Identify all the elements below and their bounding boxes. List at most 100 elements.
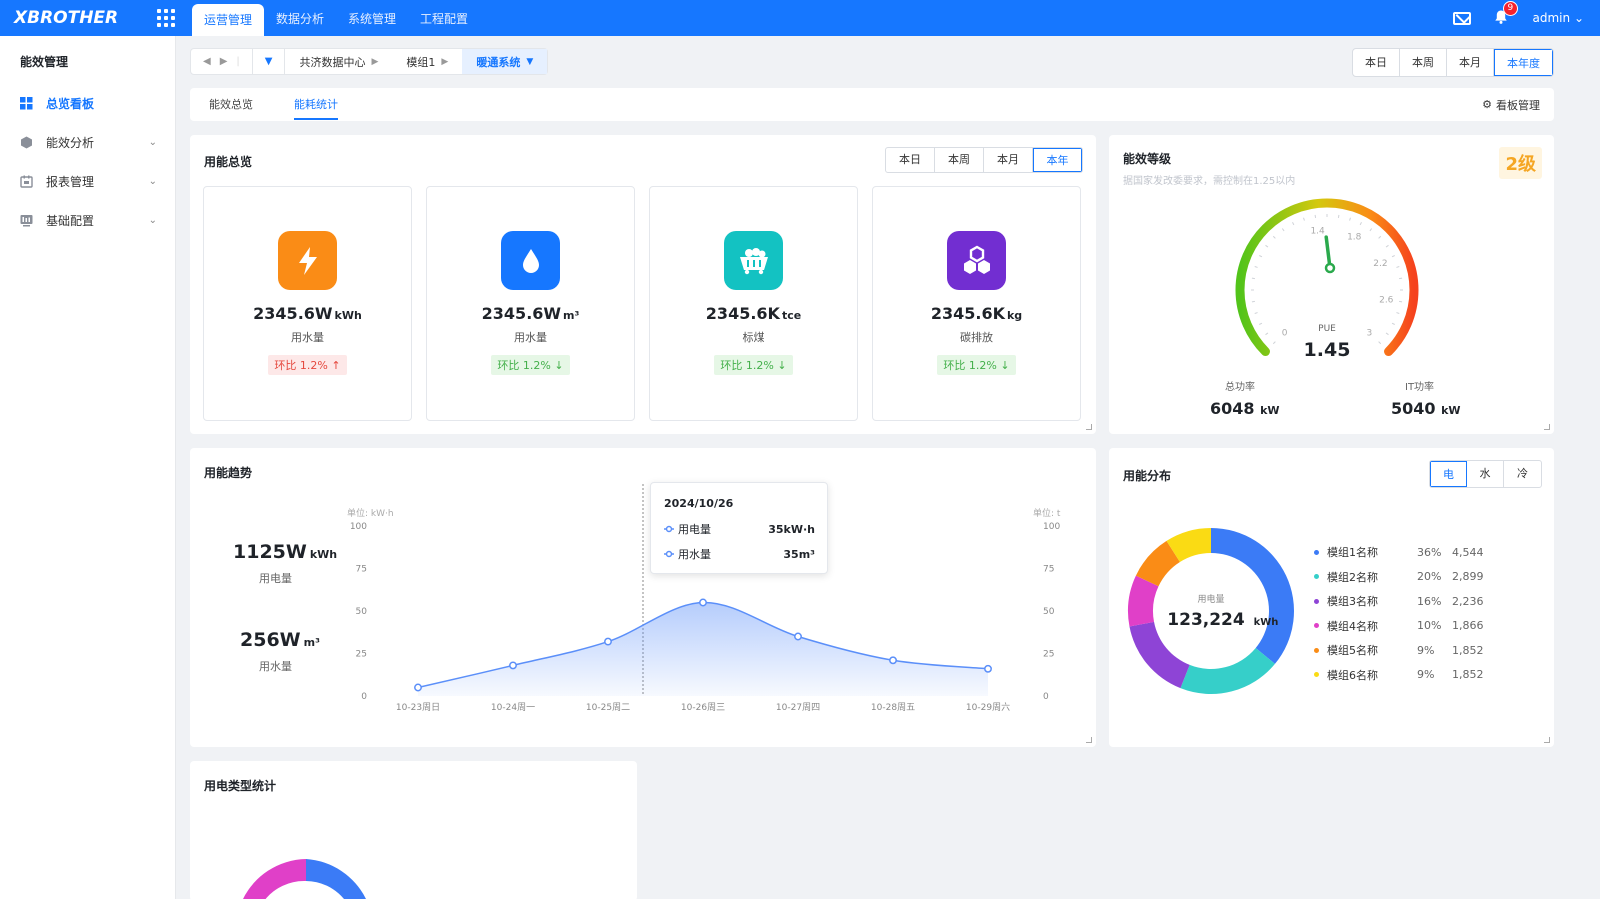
legend-item[interactable]: 模组5名称 9% 1,852 (1314, 642, 1486, 658)
gauge-tick (1265, 332, 1269, 336)
gauge-tick (1254, 312, 1258, 314)
data-point[interactable] (984, 664, 992, 673)
legend-item[interactable]: 模组2名称 20% 2,899 (1314, 569, 1486, 585)
resize-handle-icon[interactable] (1544, 424, 1550, 430)
nav-tab-data-analysis[interactable]: 数据分析 (264, 0, 336, 36)
kpi-label: 碳排放 (960, 331, 993, 344)
kpi-card-electricity[interactable]: 2345.6W kWh 用水量 环比 1.2% ↑ (203, 186, 412, 421)
sidebar-item-config[interactable]: 基础配置 ⌄ (0, 201, 175, 240)
gauge-tick (1396, 312, 1400, 314)
donut-segment[interactable] (1129, 621, 1190, 689)
legend-percent: 9% (1417, 668, 1435, 681)
breadcrumb-item-hvac[interactable]: 暖通系统 ▼ (462, 49, 548, 74)
distribution-donut[interactable]: 用电量 123,224 kWh (1116, 516, 1306, 706)
legend-item[interactable]: 模组6名称 9% 1,852 (1314, 667, 1486, 683)
gauge-tick (1378, 341, 1382, 345)
user-menu[interactable]: admin ⌄ (1533, 11, 1585, 25)
period-year-button[interactable]: 本年度 (1494, 49, 1553, 76)
nav-tab-operations[interactable]: 运营管理 (192, 4, 265, 36)
data-point[interactable] (509, 661, 517, 670)
period-day-button[interactable]: 本日 (1353, 49, 1400, 76)
data-point[interactable] (604, 637, 612, 646)
back-arrow-icon[interactable]: ◀ (203, 56, 211, 67)
trend-area (418, 602, 988, 696)
sidebar-item-reports[interactable]: 报表管理 ⌄ (0, 162, 175, 201)
legend-value: 1,866 (1452, 619, 1484, 632)
sidebar-item-overview[interactable]: 总览看板 (0, 84, 175, 123)
sidebar-item-analysis[interactable]: 能效分析 ⌄ (0, 123, 175, 162)
forward-arrow-icon[interactable]: ▶ (220, 56, 228, 67)
breadcrumb-item-datacenter[interactable]: 共济数据中心 ▶ (285, 49, 392, 74)
tab-energy-statistics[interactable]: 能耗统计 (294, 88, 338, 121)
resize-handle-icon[interactable] (1086, 424, 1092, 430)
gauge-tick-label: 0 (1282, 328, 1288, 338)
chevron-down-icon: ⌄ (1573, 11, 1584, 25)
water-drop-icon (501, 231, 560, 290)
tab-electricity[interactable]: 电 (1430, 461, 1467, 487)
y-tick-label-right: 0 (1043, 692, 1049, 702)
it-power-label: IT功率 (1405, 382, 1435, 393)
tab-cooling[interactable]: 冷 (1504, 461, 1541, 487)
kpi-label: 标煤 (742, 331, 765, 344)
gauge-tick (1378, 235, 1382, 239)
range-week-button[interactable]: 本周 (935, 148, 984, 172)
x-tick-label: 10-25周二 (586, 702, 630, 713)
data-point[interactable] (794, 632, 802, 641)
arrow-down-icon: ↓ (1000, 359, 1010, 372)
it-power-value: 5040 kW (1391, 399, 1461, 418)
tab-efficiency-overview[interactable]: 能效总览 (209, 88, 253, 121)
sidebar-title: 能效管理 (20, 55, 69, 69)
y-tick-label-left: 25 (356, 650, 367, 660)
breadcrumb-item-module[interactable]: 模组1 ▶ (392, 49, 462, 74)
trend-chart[interactable]: 0 25 50 75 100 0 25 50 75 100 10-23周日 10-24周一 10-2… (190, 448, 1096, 747)
y-tick-label-right: 25 (1043, 650, 1054, 660)
kpi-card-water[interactable]: 2345.6W m³ 用水量 环比 1.2% ↓ (426, 186, 635, 421)
range-year-button[interactable]: 本年 (1033, 148, 1082, 172)
legend-item[interactable]: 模组1名称 36% 4,544 (1314, 544, 1486, 560)
nav-tab-system-management[interactable]: 系统管理 (336, 0, 408, 36)
sidebar-item-label: 报表管理 (46, 175, 95, 189)
board-manage-button[interactable]: ⚙ 看板管理 (1482, 97, 1540, 113)
card-title: 用能分布 (1123, 469, 1172, 483)
y-tick-label-right: 50 (1043, 607, 1055, 617)
donut-segment[interactable] (1180, 647, 1275, 694)
series-marker-icon (664, 550, 674, 558)
kpi-label: 用水量 (291, 331, 324, 344)
legend-item[interactable]: 模组3名称 16% 2,236 (1314, 593, 1486, 609)
period-week-button[interactable]: 本周 (1400, 49, 1447, 76)
legend-name: 模组2名称 (1327, 570, 1378, 584)
legend-dot-icon (1314, 672, 1319, 677)
chevron-down-icon: ⌄ (148, 137, 157, 148)
mail-icon[interactable] (1452, 11, 1471, 25)
range-day-button[interactable]: 本日 (886, 148, 935, 172)
period-month-button[interactable]: 本月 (1447, 49, 1494, 76)
nav-tab-project-config[interactable]: 工程配置 (408, 0, 480, 36)
legend-item[interactable]: 模组4名称 10% 1,866 (1314, 618, 1486, 634)
gauge-tick (1303, 217, 1305, 221)
data-point[interactable] (699, 598, 707, 607)
donut-center-label: 用电量 (1197, 593, 1224, 605)
elec-type-donut[interactable] (220, 841, 380, 899)
resize-handle-icon[interactable] (1544, 737, 1550, 743)
legend-dot-icon (1314, 598, 1319, 604)
data-point[interactable] (414, 683, 422, 692)
data-point[interactable] (889, 656, 897, 665)
breadcrumb-dropdown-icon[interactable]: ▼ (253, 49, 286, 74)
kpi-card-coal[interactable]: 2345.6K tce 标煤 环比 1.2% ↓ (649, 186, 858, 421)
gauge-tick-label: 2.2 (1373, 259, 1387, 269)
gauge-tick-label: 1.8 (1347, 233, 1362, 243)
energy-trend-card: 用能趋势 1125W kWh 用电量 256W m³ 用水量 单位: kW·h 单位… (190, 448, 1096, 747)
gear-icon: ⚙ (1482, 98, 1492, 111)
gauge-tick-label: 2.6 (1379, 295, 1394, 305)
tab-water[interactable]: 水 (1467, 461, 1504, 487)
kpi-card-carbon[interactable]: 2345.6K kg 碳排放 环比 1.2% ↓ (872, 186, 1081, 421)
range-month-button[interactable]: 本月 (984, 148, 1033, 172)
y-tick-label-left: 100 (350, 522, 367, 532)
app-grid-icon[interactable] (140, 9, 192, 27)
gauge-tick (1265, 244, 1269, 248)
hexagon-icon (20, 136, 33, 149)
legend-value: 1,852 (1452, 643, 1484, 657)
resize-handle-icon[interactable] (1086, 737, 1092, 743)
kpi-value: 2345.6K tce (705, 304, 802, 323)
notification-button[interactable]: 9 (1493, 0, 1519, 28)
